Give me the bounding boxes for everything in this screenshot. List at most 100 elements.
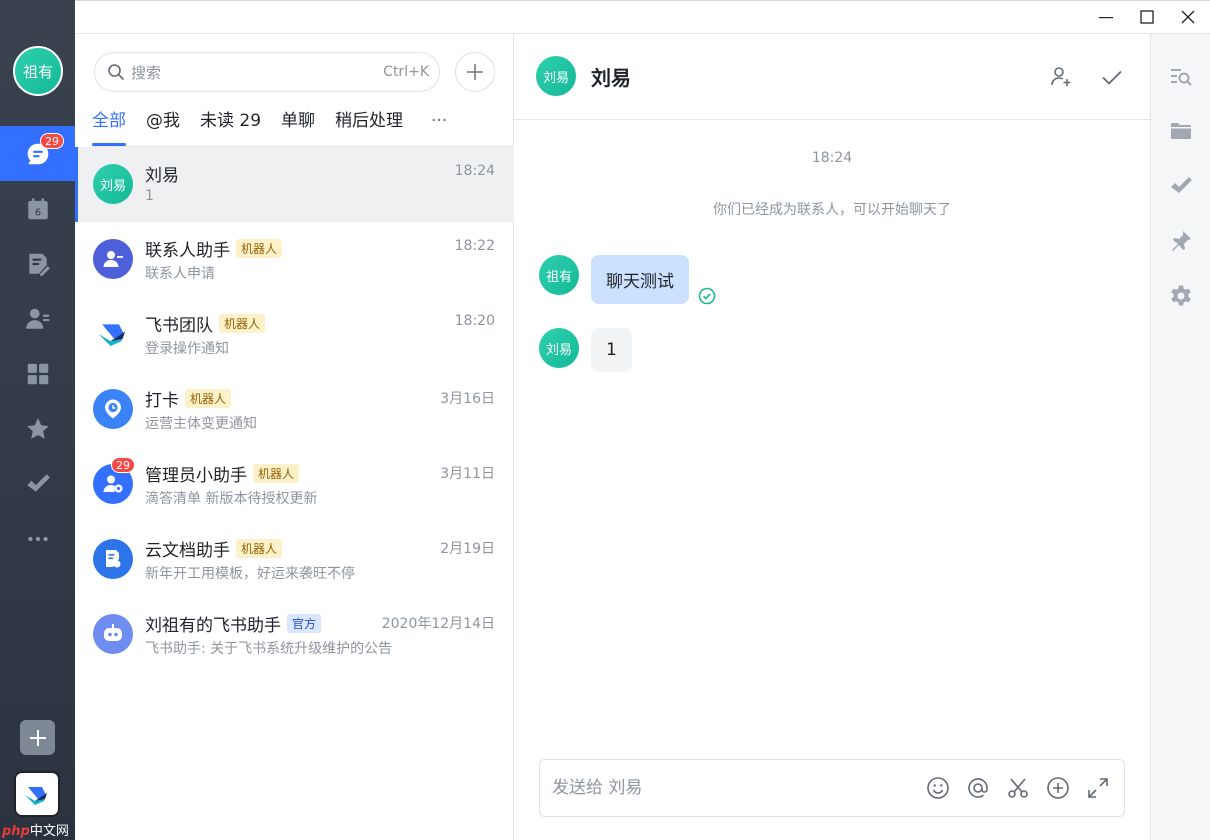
plus-icon <box>29 729 46 746</box>
emoji-icon <box>927 777 949 799</box>
search-box[interactable]: 搜索 Ctrl+K <box>94 52 440 92</box>
scissors-icon <box>1008 778 1028 798</box>
conversation-name: 飞书团队 机器人 <box>145 311 266 336</box>
feishu-app-button[interactable] <box>14 771 60 817</box>
plus-circle-icon <box>1047 777 1069 799</box>
conversation-name-text: 刘易 <box>145 166 179 186</box>
filter-tabs: 全部 @我 未读 29 单聊 稍后处理 ··· <box>92 108 447 148</box>
feishu-team-avatar <box>93 314 133 354</box>
conversation-name: 管理员小助手 机器人 <box>145 461 300 486</box>
docs-assistant-avatar <box>93 539 133 579</box>
rail-item-contacts[interactable] <box>0 291 75 346</box>
conversation-preview: 滴答清单 新版本待授权更新 <box>145 491 318 507</box>
tab-mentions[interactable]: @我 <box>146 108 180 146</box>
avatar[interactable]: 刘易 <box>539 328 579 368</box>
unread-badge: 29 <box>40 133 64 149</box>
conversation-time: 2月19日 <box>440 541 495 557</box>
robot-icon <box>104 624 122 641</box>
gear-icon <box>1171 285 1191 306</box>
conversation-name-text: 联系人助手 <box>145 241 230 261</box>
titlebar-line <box>75 0 1210 1</box>
files-button[interactable] <box>1168 118 1194 144</box>
add-app-button[interactable] <box>20 720 55 755</box>
conversation-name-text: 刘祖有的飞书助手 <box>145 616 281 636</box>
location-clock-icon <box>105 399 121 419</box>
robot-tag: 机器人 <box>236 539 283 558</box>
screenshot-button[interactable] <box>1004 774 1032 802</box>
mention-button[interactable] <box>964 774 992 802</box>
tab-direct[interactable]: 单聊 <box>281 108 315 146</box>
chat-panel: 刘易 刘易 18:24 你们已经成为联系人，可以开始聊天了 祖有 聊天测试 刘易… <box>514 34 1150 840</box>
done-button[interactable] <box>1097 62 1127 92</box>
rail-item-docs[interactable] <box>0 236 75 291</box>
conversation-preview: 登录操作通知 <box>145 341 229 357</box>
user-avatar[interactable]: 祖有 <box>13 46 63 96</box>
robot-tag: 机器人 <box>253 464 300 483</box>
robot-tag: 机器人 <box>236 239 283 258</box>
watermark-php: php <box>2 824 30 839</box>
rail-item-approval[interactable] <box>0 456 75 511</box>
tasks-button[interactable] <box>1168 173 1194 199</box>
create-button[interactable] <box>455 52 495 92</box>
message-bubble[interactable]: 1 <box>591 328 632 372</box>
conversation-preview: 1 <box>145 188 154 204</box>
search-history-button[interactable] <box>1168 64 1194 90</box>
conversation-time: 2020年12月14日 <box>381 616 495 632</box>
pin-icon <box>1172 231 1191 251</box>
tab-all[interactable]: 全部 <box>92 108 126 146</box>
close-button[interactable] <box>1168 0 1208 34</box>
rail-item-favorites[interactable] <box>0 401 75 456</box>
tabs-more-button[interactable]: ··· <box>431 108 447 148</box>
conversation-item[interactable]: 刘祖有的飞书助手 官方 飞书助手: 关于飞书系统升级维护的公告 2020年12月1… <box>75 597 514 672</box>
message-input[interactable] <box>552 760 912 816</box>
pins-button[interactable] <box>1168 228 1194 254</box>
message-bubble[interactable]: 聊天测试 <box>591 255 689 304</box>
maximize-button[interactable] <box>1127 0 1167 34</box>
more-actions-button[interactable] <box>1044 774 1072 802</box>
conversation-time: 18:20 <box>454 313 495 329</box>
conversation-preview: 联系人申请 <box>145 266 215 282</box>
official-tag: 官方 <box>287 614 322 633</box>
rail-item-more[interactable] <box>0 511 75 566</box>
doc-edit-icon <box>106 550 121 568</box>
rail-item-calendar[interactable]: 6 <box>0 181 75 236</box>
tab-unread[interactable]: 未读 29 <box>200 108 261 146</box>
more-dots-icon <box>27 536 48 541</box>
conversation-item[interactable]: 刘易 刘易 1 18:24 <box>75 147 514 222</box>
avatar[interactable]: 祖有 <box>539 255 579 295</box>
conversation-preview: 飞书助手: 关于飞书系统升级维护的公告 <box>145 641 393 657</box>
conversation-name-text: 管理员小助手 <box>145 466 247 486</box>
read-receipt-icon <box>698 287 716 305</box>
right-tool-rail <box>1150 34 1210 840</box>
chat-title[interactable]: 刘易 <box>591 62 631 91</box>
conversation-item[interactable]: 打卡 机器人 运营主体变更通知 3月16日 <box>75 372 514 447</box>
check-icon <box>26 473 50 492</box>
conversation-name: 云文档助手 机器人 <box>145 536 283 561</box>
doc-edit-icon <box>28 253 50 276</box>
conversation-time: 18:24 <box>454 163 495 179</box>
plus-icon <box>467 64 483 80</box>
tab-later[interactable]: 稍后处理 <box>335 108 403 146</box>
conversation-name: 联系人助手 机器人 <box>145 236 283 261</box>
feishu-assistant-avatar <box>93 614 133 654</box>
conversation-item[interactable]: 飞书团队 机器人 登录操作通知 18:20 <box>75 297 514 372</box>
calendar-icon: 6 <box>27 197 48 219</box>
message-composer <box>539 759 1125 817</box>
expand-editor-button[interactable] <box>1084 774 1112 802</box>
conversation-item[interactable]: 联系人助手 机器人 联系人申请 18:22 <box>75 222 514 297</box>
watermark: php中文网 <box>2 820 69 839</box>
conversation-item[interactable]: 29 管理员小助手 机器人 滴答清单 新版本待授权更新 3月11日 <box>75 447 514 522</box>
chat-avatar[interactable]: 刘易 <box>536 56 576 96</box>
search-shortcut: Ctrl+K <box>383 64 429 80</box>
conversation-item[interactable]: 云文档助手 机器人 新年开工用模板，好运来袭旺不停 2月19日 <box>75 522 514 597</box>
robot-tag: 机器人 <box>219 314 266 333</box>
minimize-button[interactable] <box>1086 0 1126 34</box>
conversation-name-text: 打卡 <box>145 391 179 411</box>
emoji-button[interactable] <box>924 774 952 802</box>
watermark-site: 中文网 <box>29 824 69 839</box>
rail-item-workplace[interactable] <box>0 346 75 401</box>
add-member-button[interactable] <box>1046 62 1076 92</box>
chat-settings-button[interactable] <box>1168 283 1194 309</box>
rail-item-messenger[interactable]: 29 <box>0 126 75 181</box>
conversation-preview: 运营主体变更通知 <box>145 416 257 432</box>
